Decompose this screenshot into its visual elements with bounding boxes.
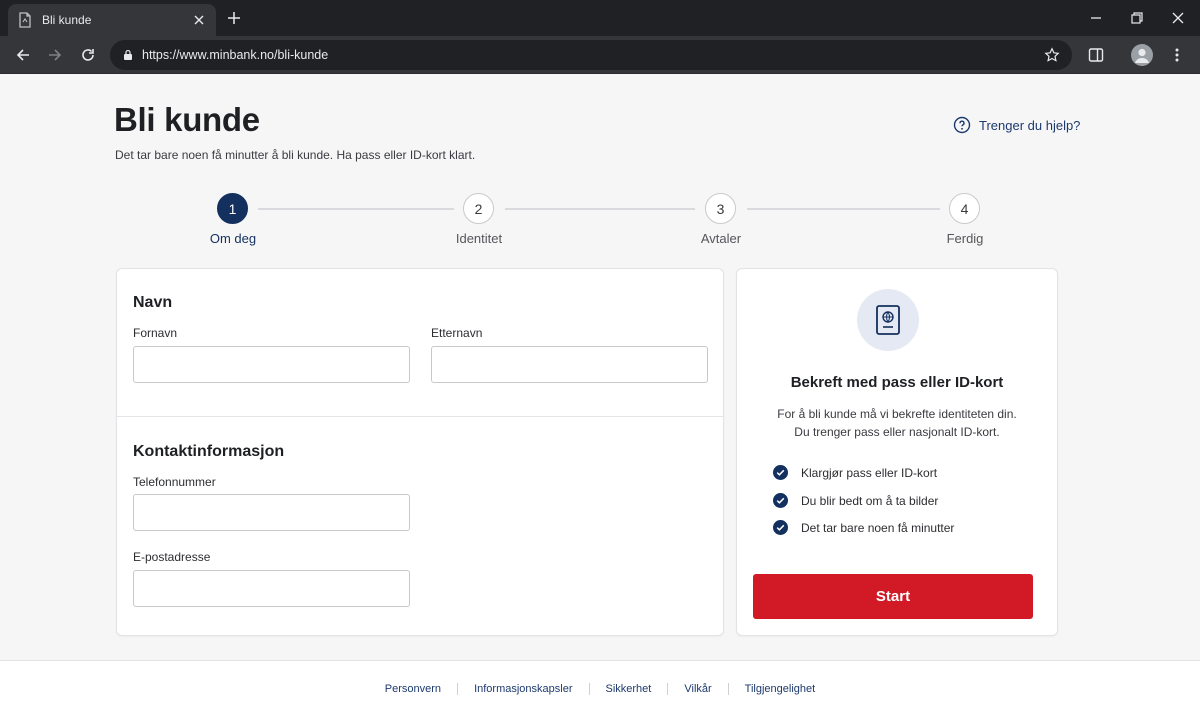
checklist-item: Klargjør pass eller ID-kort — [773, 465, 937, 480]
footer-separator — [588, 683, 590, 695]
phone-field[interactable] — [133, 494, 410, 531]
help-label: Trenger du hjelp? — [979, 117, 1081, 133]
passport-icon — [876, 305, 900, 335]
close-tab-icon[interactable] — [192, 13, 206, 27]
step-2-circle: 2 — [463, 193, 494, 224]
restore-icon[interactable] — [1129, 10, 1145, 26]
first-name-field[interactable] — [133, 346, 410, 383]
last-name-field[interactable] — [431, 346, 708, 383]
browser-toolbar: https://www.minbank.no/bli-kunde — [0, 36, 1200, 74]
forward-icon[interactable] — [46, 46, 64, 64]
page-icon — [19, 12, 31, 28]
check-circle-icon — [773, 465, 788, 480]
help-link[interactable]: Trenger du hjelp? — [953, 116, 1080, 134]
checklist-text: Klargjør pass eller ID-kort — [801, 465, 938, 480]
footer-links: Personvern Informasjonskapsler Sikkerhet… — [0, 683, 1200, 695]
section-divider — [117, 416, 723, 417]
profile-avatar[interactable] — [1131, 44, 1153, 66]
browser-tab[interactable]: Bli kunde — [8, 4, 216, 36]
footer-link-personvern[interactable]: Personvern — [385, 683, 441, 695]
id-verification-card: Bekreft med pass eller ID-kort For å bli… — [736, 268, 1058, 636]
page-footer: Personvern Informasjonskapsler Sikkerhet… — [0, 660, 1200, 720]
id-description-line-1: For å bli kunde må vi bekrefte identitet… — [777, 407, 1017, 421]
bookmark-star-icon[interactable] — [1044, 47, 1060, 63]
contact-section-title: Kontaktinformasjon — [133, 443, 285, 460]
check-circle-icon — [773, 493, 788, 508]
menu-kebab-icon[interactable] — [1168, 46, 1186, 64]
minimize-icon[interactable] — [1088, 10, 1104, 26]
last-name-label: Etternavn — [431, 326, 483, 340]
back-icon[interactable] — [14, 46, 32, 64]
step-1-label: Om deg — [209, 231, 257, 246]
step-4-label: Ferdig — [946, 231, 984, 246]
new-tab-icon[interactable] — [226, 10, 242, 26]
step-3-label: Avtaler — [700, 231, 742, 246]
step-4-circle: 4 — [949, 193, 980, 224]
footer-link-cookies[interactable]: Informasjonskapsler — [474, 683, 572, 695]
step-connector — [258, 208, 454, 210]
checklist-text: Du blir bedt om å ta bilder — [801, 493, 939, 508]
id-description-line-2: Du trenger pass eller nasjonalt ID-kort. — [794, 425, 1000, 439]
checklist-item: Du blir bedt om å ta bilder — [773, 493, 938, 508]
tab-title: Bli kunde — [42, 13, 92, 27]
name-section-title: Navn — [133, 294, 173, 311]
id-panel-description: For å bli kunde må vi bekrefte identitet… — [737, 405, 1057, 441]
page-title: Bli kunde — [114, 101, 260, 138]
page-subtitle: Det tar bare noen få minutter å bli kund… — [115, 148, 476, 162]
footer-separator — [667, 683, 669, 695]
footer-separator — [457, 683, 459, 695]
footer-link-terms[interactable]: Vilkår — [684, 683, 711, 695]
personal-info-card: Navn Fornavn Etternavn Kontaktinformasjo… — [116, 268, 724, 636]
email-field[interactable] — [133, 570, 410, 607]
reload-icon[interactable] — [79, 46, 97, 64]
url-text: https://www.minbank.no/bli-kunde — [142, 48, 329, 62]
checklist-text: Det tar bare noen få minutter — [801, 520, 955, 535]
footer-link-accessibility[interactable]: Tilgjengelighet — [745, 683, 816, 695]
start-button[interactable]: Start — [753, 574, 1033, 619]
passport-badge — [857, 289, 919, 351]
person-icon — [1135, 48, 1149, 63]
step-3-circle: 3 — [705, 193, 736, 224]
footer-link-security[interactable]: Sikkerhet — [606, 683, 652, 695]
progress-stepper: 1 Om deg 2 Identitet 3 Avtaler 4 Ferdig — [0, 192, 1200, 252]
lock-icon — [124, 49, 132, 60]
question-circle-icon — [953, 116, 971, 134]
step-connector — [505, 208, 695, 210]
email-label: E-postadresse — [133, 550, 211, 564]
footer-separator — [727, 683, 729, 695]
step-1-circle: 1 — [217, 193, 248, 224]
browser-tab-bar: Bli kunde — [0, 0, 1200, 36]
id-panel-title: Bekreft med pass eller ID-kort — [790, 374, 1004, 391]
page-content: Bli kunde Det tar bare noen få minutter … — [0, 74, 1200, 720]
step-2-label: Identitet — [455, 231, 503, 246]
step-connector — [747, 208, 940, 210]
side-panel-icon[interactable] — [1087, 46, 1105, 64]
address-bar[interactable]: https://www.minbank.no/bli-kunde — [110, 40, 1072, 70]
checklist-item: Det tar bare noen få minutter — [773, 520, 954, 535]
close-window-icon[interactable] — [1170, 10, 1186, 26]
check-circle-icon — [773, 520, 788, 535]
phone-label: Telefonnummer — [133, 475, 216, 489]
first-name-label: Fornavn — [133, 326, 178, 340]
